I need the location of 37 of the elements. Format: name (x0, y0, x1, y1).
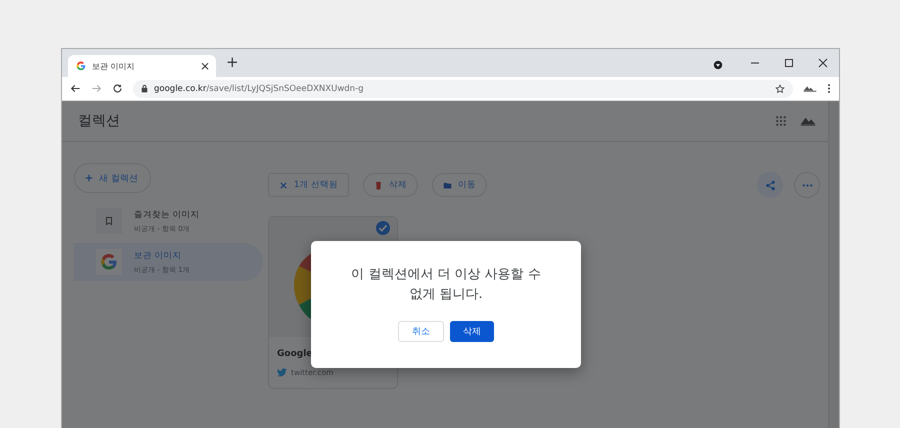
share-icon (764, 180, 776, 190)
new-tab-button[interactable]: + (226, 53, 239, 71)
close-icon[interactable] (817, 57, 829, 69)
address-bar[interactable]: google.co.kr/save/list/LyJQSjSnSOeeDXNXUwdn-g (133, 80, 793, 98)
trash-icon (374, 180, 384, 190)
scrollbar[interactable] (828, 101, 839, 428)
lock-icon (141, 84, 148, 93)
profile-dropdown-icon[interactable] (713, 60, 723, 70)
star-icon[interactable] (775, 84, 785, 94)
collection-title: 즐겨찾는 이미지 (134, 208, 200, 220)
browser-tab[interactable]: 보관 이미지 × (68, 55, 216, 77)
collection-title: 보관 이미지 (134, 250, 183, 262)
google-icon (76, 61, 86, 71)
close-tab-button[interactable]: × (200, 59, 210, 73)
delete-confirm-button[interactable]: 삭제 (450, 321, 494, 342)
url-path: /save/list/LyJQSjSnSOeeDXNXUwdn-g (206, 84, 365, 94)
google-icon (100, 253, 118, 271)
back-icon[interactable] (70, 83, 81, 94)
maximize-icon[interactable] (783, 57, 795, 69)
move-button[interactable]: 이동 (432, 173, 488, 197)
plus-icon (85, 174, 93, 182)
reload-icon[interactable] (112, 83, 123, 94)
new-collection-button[interactable]: 새 컬렉션 (74, 163, 151, 193)
apps-grid-icon[interactable] (776, 116, 786, 126)
bookmark-icon (104, 216, 114, 226)
delete-button[interactable]: 삭제 (363, 173, 418, 197)
menu-icon[interactable] (827, 83, 831, 94)
dialog-message: 이 컬렉션에서 더 이상 사용할 수 없게 됩니다. (350, 266, 542, 304)
tab-title: 보관 이미지 (92, 60, 136, 72)
page-title: 컬렉션 (78, 112, 120, 130)
bird-icon (277, 368, 287, 377)
folder-icon (443, 180, 452, 190)
cancel-button[interactable]: 취소 (398, 321, 444, 342)
url-domain: google.co.kr (154, 84, 206, 94)
clear-selection-button[interactable]: 1개 선택됨 (268, 173, 350, 197)
close-icon (279, 180, 288, 190)
card-title: Google (277, 349, 314, 359)
